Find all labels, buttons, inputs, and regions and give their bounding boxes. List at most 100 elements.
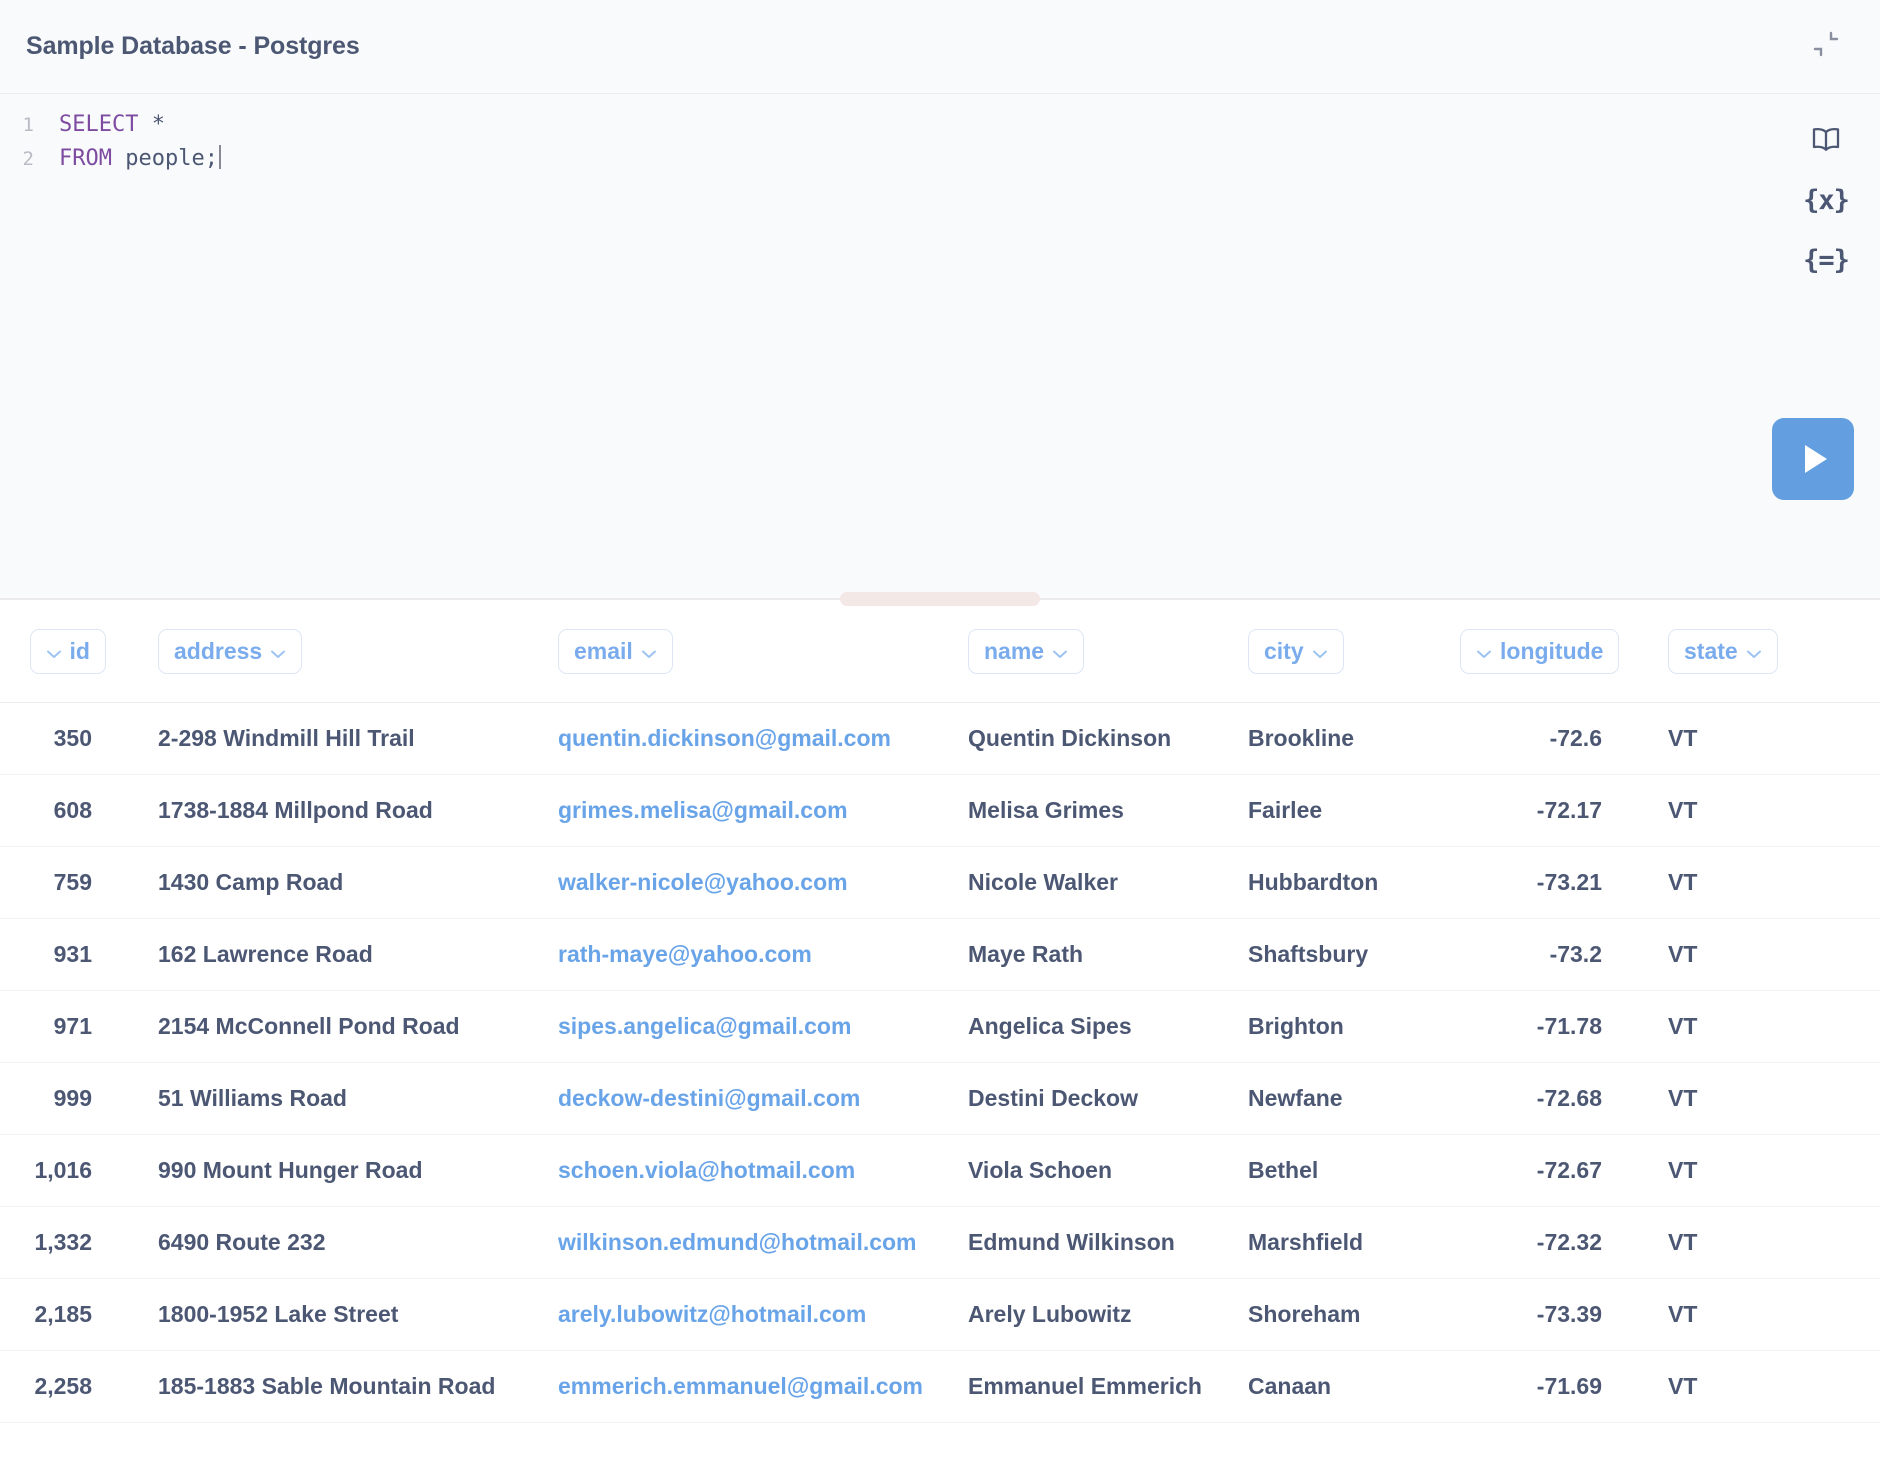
table-row[interactable]: 350 2-298 Windmill Hill Trail quentin.dick… [0,702,1880,775]
variables-icon[interactable]: {x} [1800,174,1852,226]
cell-name: Nicole Walker [940,846,1220,919]
cell-state: VT [1640,702,1880,775]
column-header-id[interactable]: id [0,602,130,703]
cell-city: Canaan [1220,1350,1460,1423]
column-header-name[interactable]: name [940,602,1220,703]
column-label: city [1264,638,1304,665]
table-row[interactable]: 2,185 1800-1952 Lake Street arely.lubowitz… [0,1278,1880,1351]
cell-name: Maye Rath [940,918,1220,991]
column-header-pill-state[interactable]: state [1668,629,1778,675]
cell-email[interactable]: grimes.melisa@gmail.com [530,774,940,847]
table-row[interactable]: 1,016 990 Mount Hunger Road schoen.viola@h… [0,1134,1880,1207]
cell-state: VT [1640,1206,1880,1279]
cell-id: 608 [0,774,130,847]
cell-address: 185-1883 Sable Mountain Road [130,1350,530,1423]
cell-city: Hubbardton [1220,846,1460,919]
code-line: 1 SELECT * [0,112,1880,145]
code-content: FROM people; [59,145,221,171]
cell-state: VT [1640,846,1880,919]
cell-id: 931 [0,918,130,991]
line-number: 2 [22,148,34,170]
column-label: longitude [1500,638,1604,665]
cell-name: Edmund Wilkinson [940,1206,1220,1279]
chevron-down-icon [270,638,286,665]
column-header-pill-longitude[interactable]: longitude [1460,629,1620,675]
column-header-longitude[interactable]: longitude [1460,602,1640,703]
cell-email[interactable]: wilkinson.edmund@hotmail.com [530,1206,940,1279]
page-title: Sample Database - Postgres [26,32,360,60]
cell-longitude: -72.17 [1460,774,1640,847]
cell-email[interactable]: quentin.dickinson@gmail.com [530,702,940,775]
cell-city: Shoreham [1220,1278,1460,1351]
cell-email[interactable]: walker-nicole@yahoo.com [530,846,940,919]
table-row[interactable]: 2,258 185-1883 Sable Mountain Road emmeric… [0,1350,1880,1423]
cell-city: Shaftsbury [1220,918,1460,991]
run-query-button[interactable] [1772,418,1854,500]
query-builder-app: Sample Database - Postgres 1 SELECT * 2 … [0,0,1880,1480]
column-header-pill-city[interactable]: city [1248,629,1344,675]
cell-address: 2154 McConnell Pond Road [130,990,530,1063]
column-header-address[interactable]: address [130,602,530,703]
snippets-icon[interactable]: {=} [1800,234,1852,286]
line-number: 1 [22,114,34,136]
cell-longitude: -73.39 [1460,1278,1640,1351]
cell-city: Marshfield [1220,1206,1460,1279]
cell-name: Arely Lubowitz [940,1278,1220,1351]
cell-city: Fairlee [1220,774,1460,847]
results-table: id address email name city longitude sta… [0,602,1880,1423]
table-header: id address email name city longitude sta… [0,602,1880,703]
chevron-down-icon [46,638,62,665]
cell-id: 350 [0,702,130,775]
table-row[interactable]: 759 1430 Camp Road walker-nicole@yahoo.com… [0,846,1880,919]
column-header-pill-id[interactable]: id [29,629,106,675]
cell-email[interactable]: rath-maye@yahoo.com [530,918,940,991]
collapse-arrows-icon[interactable] [1800,18,1852,70]
cell-address: 162 Lawrence Road [130,918,530,991]
chevron-down-icon [1052,638,1068,665]
cell-state: VT [1640,774,1880,847]
cell-state: VT [1640,918,1880,991]
cell-address: 2-298 Windmill Hill Trail [130,702,530,775]
cell-state: VT [1640,1062,1880,1135]
table-row[interactable]: 608 1738-1884 Millpond Road grimes.melisa@… [0,774,1880,847]
cell-email[interactable]: schoen.viola@hotmail.com [530,1134,940,1207]
table-row[interactable]: 931 162 Lawrence Road rath-maye@yahoo.com M… [0,918,1880,991]
cell-address: 1800-1952 Lake Street [130,1278,530,1351]
cell-address: 1738-1884 Millpond Road [130,774,530,847]
cell-state: VT [1640,990,1880,1063]
column-header-city[interactable]: city [1220,602,1460,703]
chevron-down-icon [1746,638,1762,665]
column-label: id [69,638,90,665]
sql-text: people; [111,146,218,171]
column-header-pill-name[interactable]: name [968,629,1085,675]
column-label: state [1684,638,1738,665]
cell-name: Emmanuel Emmerich [940,1350,1220,1423]
data-reference-icon[interactable] [1800,114,1852,166]
cell-longitude: -72.67 [1460,1134,1640,1207]
cell-email[interactable]: deckow-destini@gmail.com [530,1062,940,1135]
code-content: SELECT * [59,112,165,137]
column-header-email[interactable]: email [530,602,940,703]
cell-longitude: -71.78 [1460,990,1640,1063]
column-header-pill-address[interactable]: address [158,629,303,675]
column-header-pill-email[interactable]: email [558,629,673,675]
sql-keyword: FROM [59,146,112,171]
table-row[interactable]: 999 51 Williams Road deckow-destini@gmail.… [0,1062,1880,1135]
table-row[interactable]: 971 2154 McConnell Pond Road sipes.angelic… [0,990,1880,1063]
chevron-down-icon [1476,638,1492,665]
panel-resize-handle[interactable] [840,592,1040,606]
cell-id: 1,016 [0,1134,130,1207]
cell-email[interactable]: arely.lubowitz@hotmail.com [530,1278,940,1351]
snippets-glyph: {=} [1803,244,1850,276]
cell-email[interactable]: emmerich.emmanuel@gmail.com [530,1350,940,1423]
sql-editor-panel: Sample Database - Postgres 1 SELECT * 2 … [0,0,1880,600]
column-header-state[interactable]: state [1640,602,1880,703]
code-line: 2 FROM people; [0,145,1880,178]
cell-email[interactable]: sipes.angelica@gmail.com [530,990,940,1063]
cell-longitude: -72.68 [1460,1062,1640,1135]
table-row[interactable]: 1,332 6490 Route 232 wilkinson.edmund@hotm… [0,1206,1880,1279]
sql-code-area[interactable]: 1 SELECT * 2 FROM people; [0,94,1880,600]
chevron-down-icon [641,638,657,665]
cell-name: Quentin Dickinson [940,702,1220,775]
cell-city: Bethel [1220,1134,1460,1207]
